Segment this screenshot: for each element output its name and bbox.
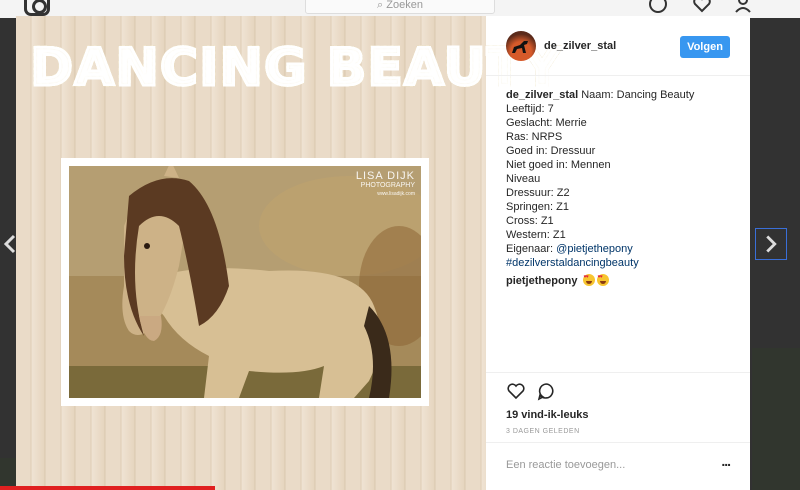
caption-line: Niveau [506,173,541,185]
caption-line: Springen: Z1 [506,201,569,213]
post-actions: 19 vind-ik-leuks 3 DAGEN GELEDEN [486,372,750,435]
avatar[interactable] [506,31,536,61]
search-placeholder: Zoeken [386,0,423,11]
comment-username[interactable]: pietjethepony [506,275,578,287]
like-heart-icon[interactable] [506,381,526,401]
owner-mention-link[interactable]: @pietjethepony [556,243,633,255]
comment-item: pietjethepony [506,274,609,287]
profile-icon[interactable] [733,0,753,14]
heart-eyes-emoji-icon [596,274,609,286]
post-caption: de_zilver_stal Naam: Dancing Beauty Leef… [506,88,736,270]
caption-line: Ras: NRPS [506,131,563,143]
horse-photo: LISA DIJK PHOTOGRAPHY www.lisadijk.com [69,166,421,398]
likes-count[interactable]: 19 vind-ik-leuks [506,409,589,421]
caption-line: Geslacht: Merrie [506,117,587,129]
hashtag-link[interactable]: #dezilverstaldancingbeauty [506,256,736,270]
caption-line: Dressuur: Z2 [506,187,570,199]
caption-line: Naam: Dancing Beauty [581,89,695,101]
caption-line: Leeftijd: 7 [506,103,554,115]
instagram-logo-icon[interactable] [24,0,50,16]
post-details-panel: de_zilver_stal Volgen de_zilver_stal Naa… [486,16,750,490]
add-comment-bar: Een reactie toevoegen... ... [486,442,750,490]
owner-label: Eigenaar: [506,243,554,255]
horse-silhouette-icon [512,41,528,53]
heart-eyes-emoji-icon [582,274,595,286]
next-post-arrow-icon[interactable] [755,228,787,260]
horse-illustration [69,166,421,398]
heart-nav-icon[interactable] [692,0,712,14]
photo-watermark: LISA DIJK PHOTOGRAPHY www.lisadijk.com [355,170,415,198]
image-title: DANCING BEAUTY [29,37,563,100]
caption-line: Western: Z1 [506,229,566,241]
post-image[interactable]: DANCING BEAUTY LISA DIJK PHOTOGRAPHY www… [16,16,563,490]
horse-photo-frame: LISA DIJK PHOTOGRAPHY www.lisadijk.com [61,158,429,406]
caption-line: Goed in: Dressuur [506,145,596,157]
caption-line: Niet goed in: Mennen [506,159,611,171]
compass-icon[interactable] [648,0,668,14]
comment-bubble-icon[interactable] [536,381,556,401]
post-modal: DANCING BEAUTY LISA DIJK PHOTOGRAPHY www… [16,16,750,490]
caption-line: Cross: Z1 [506,215,554,227]
caption-username[interactable]: de_zilver_stal [506,89,578,101]
post-username[interactable]: de_zilver_stal [544,40,616,52]
follow-button[interactable]: Volgen [680,36,730,58]
post-header: de_zilver_stal Volgen [486,16,750,76]
more-options-icon[interactable]: ... [721,453,731,469]
progress-bar [0,486,215,490]
search-input[interactable]: ⌕ Zoeken [305,0,495,14]
add-comment-input[interactable]: Een reactie toevoegen... [506,459,625,471]
post-timestamp: 3 DAGEN GELEDEN [506,428,580,435]
